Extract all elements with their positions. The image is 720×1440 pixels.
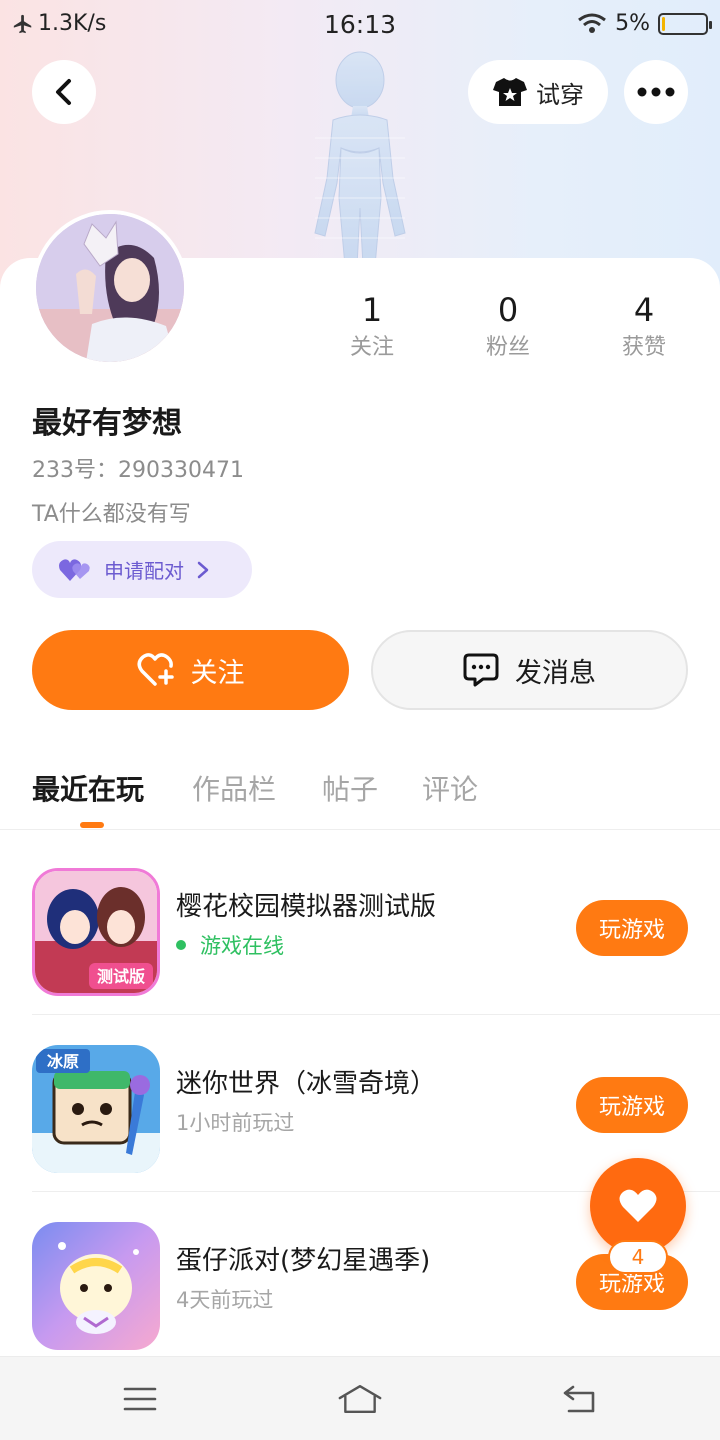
stat-likes[interactable]: 4 获赞	[584, 290, 704, 366]
hearts-icon	[59, 558, 90, 581]
like-count-badge: 4	[608, 1240, 668, 1274]
more-dots-icon	[637, 87, 675, 97]
heart-plus-icon	[137, 653, 174, 686]
game-icon-label: 冰原	[47, 1052, 79, 1071]
game-icon-label: 测试版	[97, 967, 145, 986]
battery-percent: 5%	[615, 11, 650, 36]
battery-icon	[658, 12, 712, 35]
tab-posts[interactable]: 帖子	[322, 768, 378, 808]
stat-fans[interactable]: 0 粉丝	[448, 290, 568, 366]
match-request-button[interactable]: 申请配对	[32, 541, 252, 598]
nav-menu-button[interactable]	[118, 1379, 162, 1419]
heart-icon	[619, 1189, 657, 1222]
stat-likes-label: 获赞	[621, 335, 666, 360]
game-last-played: 4天前玩过	[176, 1288, 274, 1312]
game-row[interactable]: 测试版 樱花校园模拟器测试版 游戏在线 玩游戏	[0, 838, 720, 1015]
game-status-label: 游戏在线	[200, 934, 284, 958]
avatar[interactable]	[32, 210, 188, 366]
tab-indicator	[80, 822, 104, 828]
stat-following[interactable]: 1 关注	[312, 290, 432, 366]
wifi-icon	[578, 13, 607, 33]
game-title: 迷你世界（冰雪奇境）	[176, 1069, 437, 1099]
menu-icon	[123, 1387, 157, 1411]
message-button[interactable]: 发消息	[371, 630, 688, 710]
stat-following-label: 关注	[349, 335, 394, 360]
home-icon	[338, 1384, 382, 1414]
play-game-button[interactable]: 玩游戏	[576, 900, 688, 956]
status-right: 5%	[577, 11, 712, 36]
stat-likes-count: 4	[633, 291, 655, 329]
avatar-3d-figure	[314, 51, 406, 267]
tab-works[interactable]: 作品栏	[192, 768, 276, 808]
game-title: 蛋仔派对(梦幻星遇季)	[176, 1246, 431, 1276]
back-button[interactable]	[32, 60, 96, 124]
game-last-played: 1小时前玩过	[176, 1111, 295, 1135]
nav-back-button[interactable]	[558, 1379, 602, 1419]
game-icon-eggy-party	[32, 1222, 160, 1350]
tshirt-icon	[493, 78, 527, 106]
system-nav-bar	[0, 1356, 720, 1440]
online-dot	[176, 940, 186, 950]
stat-following-count: 1	[361, 291, 383, 329]
try-on-button[interactable]: 试穿	[468, 60, 608, 124]
message-label: 发消息	[515, 657, 596, 689]
battery-level	[662, 16, 665, 31]
game-icon-sakura: 测试版	[32, 868, 160, 996]
follow-label: 关注	[190, 657, 245, 689]
follow-button[interactable]: 关注	[32, 630, 349, 710]
profile-tabs: 最近在玩 作品栏 帖子 评论	[0, 760, 720, 830]
match-request-label: 申请配对	[104, 559, 184, 583]
tab-recent-play[interactable]: 最近在玩	[32, 768, 144, 808]
status-bar: 1.3K/s 16:13 5%	[0, 0, 720, 50]
game-title: 樱花校园模拟器测试版	[176, 892, 437, 922]
profile-bio: TA什么都没有写	[32, 502, 191, 527]
stat-fans-count: 0	[497, 291, 519, 329]
nav-home-button[interactable]	[338, 1379, 382, 1419]
profile-name: 最好有梦想	[32, 406, 182, 441]
chat-bubble-icon	[463, 653, 499, 687]
profile-uid: 233号：290330471	[32, 458, 244, 483]
chevron-right-icon	[197, 561, 209, 578]
chevron-left-icon	[56, 79, 71, 105]
game-icon-mini-world: 冰原	[32, 1045, 160, 1173]
stat-fans-label: 粉丝	[485, 335, 530, 360]
more-button[interactable]	[624, 60, 688, 124]
try-on-label: 试穿	[536, 80, 584, 109]
game-status-online: 游戏在线	[176, 930, 284, 960]
back-arrow-icon	[563, 1385, 595, 1413]
avatar-illustration	[36, 214, 184, 362]
play-game-button[interactable]: 玩游戏	[576, 1077, 688, 1133]
tab-comments[interactable]: 评论	[422, 768, 478, 808]
